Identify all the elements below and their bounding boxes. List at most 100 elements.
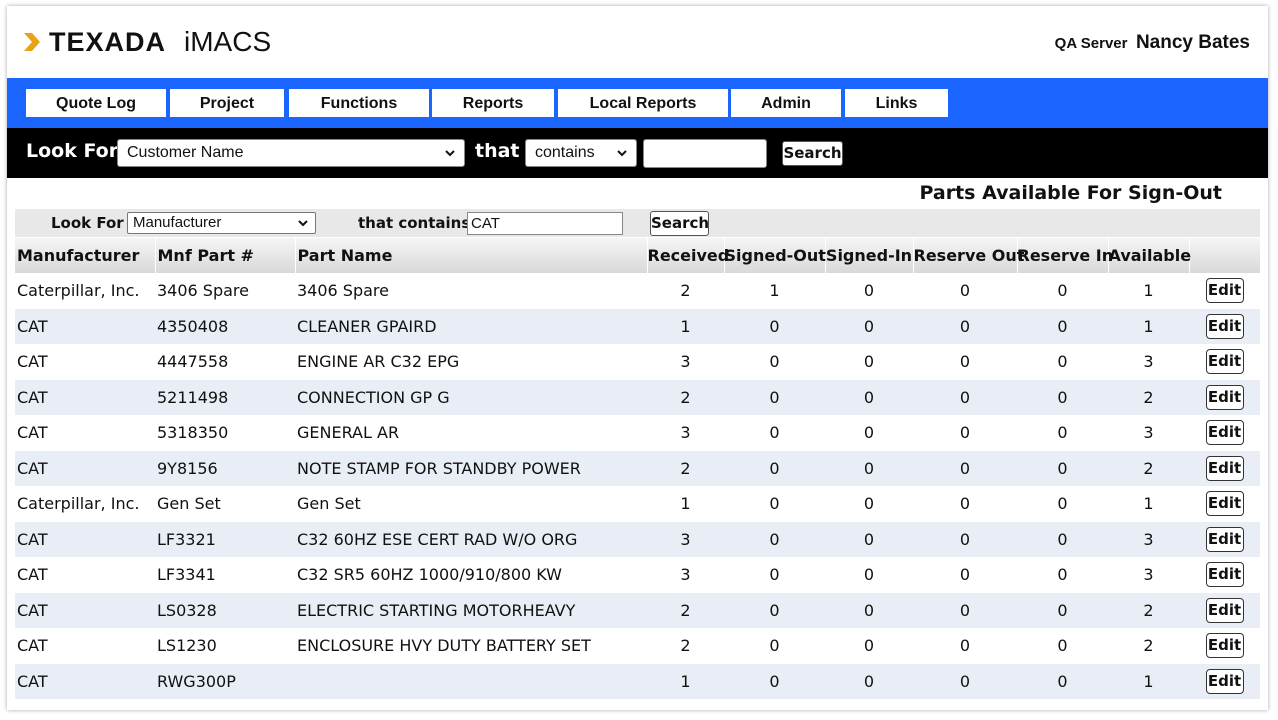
- cell-manufacturer: CAT: [15, 308, 155, 344]
- header: TEXADA iMACS QA Server Nancy Bates: [7, 6, 1268, 78]
- cell-signed-out: 0: [769, 494, 780, 514]
- filter-query-input[interactable]: CAT: [467, 212, 623, 235]
- cell-available: 1: [1108, 663, 1189, 699]
- cell-part-no: Gen Set: [157, 494, 221, 514]
- chevron-down-icon: [445, 150, 455, 157]
- cell-actions: Edit: [1189, 308, 1260, 344]
- nav-reports[interactable]: Reports: [432, 89, 554, 117]
- cell-manufacturer: CAT: [17, 636, 48, 656]
- edit-button[interactable]: Edit: [1205, 384, 1244, 410]
- table-row: Caterpillar, Inc. 3406 Spare 3406 Spare 2 1 0…: [15, 273, 1260, 309]
- search-operator-select[interactable]: contains: [525, 139, 637, 167]
- cell-reserve-in: 0: [1057, 494, 1068, 514]
- cell-signed-in: 0: [825, 592, 913, 628]
- col-header-signed-in[interactable]: Signed-In: [825, 238, 914, 273]
- main-nav: Quote Log Project Functions Reports Loca…: [7, 78, 1268, 128]
- chevron-down-icon: [617, 150, 627, 157]
- col-header-part-name[interactable]: Part Name: [295, 238, 648, 273]
- cell-actions: Edit: [1189, 450, 1260, 486]
- cell-received: 1: [680, 494, 691, 514]
- cell-reserve-in: 0: [1017, 308, 1108, 344]
- cell-manufacturer: Caterpillar, Inc.: [17, 494, 140, 514]
- cell-signed-out: 1: [769, 281, 780, 301]
- col-header-signed-out[interactable]: Signed-Out: [724, 238, 826, 273]
- search-input[interactable]: [643, 139, 767, 168]
- cell-signed-in: 0: [825, 308, 913, 344]
- cell-signed-out: 0: [724, 663, 825, 699]
- edit-button[interactable]: Edit: [1205, 597, 1244, 623]
- table-header-row: Manufacturer Mnf Part # Part Name Receiv…: [15, 238, 1261, 273]
- cell-part-name: ENCLOSURE HVY DUTY BATTERY SET: [297, 636, 591, 656]
- cell-received: 2: [680, 281, 691, 301]
- cell-available: 3: [1143, 352, 1154, 372]
- cell-actions: Edit: [1189, 628, 1260, 664]
- cell-reserve-out: 0: [959, 281, 971, 301]
- cell-available: 3: [1143, 565, 1154, 585]
- cell-reserve-out: 0: [913, 663, 1017, 699]
- cell-part-no: 9Y8156: [155, 450, 295, 486]
- cell-part-name: C32 60HZ ESE CERT RAD W/O ORG: [295, 521, 647, 557]
- table-row: CAT LS1230 ENCLOSURE HVY DUTY BATTERY SET 2…: [15, 628, 1260, 664]
- nav-quote-log[interactable]: Quote Log: [26, 89, 166, 117]
- cell-received: 2: [647, 592, 724, 628]
- edit-button[interactable]: Edit: [1205, 278, 1244, 304]
- cell-signed-out: 0: [724, 592, 825, 628]
- edit-button[interactable]: Edit: [1205, 491, 1244, 517]
- logo[interactable]: TEXADA iMACS: [21, 26, 271, 58]
- cell-received: 2: [680, 636, 691, 656]
- edit-button[interactable]: Edit: [1205, 455, 1244, 481]
- cell-reserve-out: 0: [913, 521, 1017, 557]
- filter-field-select[interactable]: Manufacturer: [127, 212, 316, 234]
- cell-received: 3: [680, 565, 691, 585]
- look-for-label: Look For: [26, 140, 119, 162]
- edit-button[interactable]: Edit: [1205, 420, 1244, 446]
- nav-functions[interactable]: Functions: [289, 89, 429, 117]
- cell-available: 1: [1143, 281, 1154, 301]
- nav-local-reports[interactable]: Local Reports: [558, 89, 728, 117]
- search-field-select[interactable]: Customer Name: [117, 139, 465, 167]
- nav-links[interactable]: Links: [845, 89, 948, 117]
- col-header-reserve-out[interactable]: Reserve Out: [913, 238, 1024, 273]
- cell-part-name: NOTE STAMP FOR STANDBY POWER: [295, 450, 647, 486]
- cell-reserve-out: 0: [959, 636, 971, 656]
- edit-button[interactable]: Edit: [1205, 349, 1244, 375]
- cell-part-name: CONNECTION GP G: [295, 379, 647, 415]
- filter-search-button[interactable]: Search: [650, 211, 709, 236]
- cell-part-name: ELECTRIC STARTING MOTORHEAVY: [295, 592, 647, 628]
- col-header-manufacturer[interactable]: Manufacturer: [15, 238, 156, 273]
- that-label: that: [475, 140, 520, 162]
- cell-manufacturer: CAT: [15, 450, 155, 486]
- edit-button[interactable]: Edit: [1205, 668, 1244, 694]
- cell-part-no: LS0328: [155, 592, 295, 628]
- cell-reserve-out: 0: [913, 379, 1017, 415]
- cell-reserve-out: 0: [913, 308, 1017, 344]
- col-header-available[interactable]: Available: [1108, 238, 1191, 273]
- cell-reserve-out: 0: [959, 423, 971, 443]
- cell-actions: Edit: [1189, 521, 1260, 557]
- col-header-part-no[interactable]: Mnf Part #: [155, 238, 296, 273]
- col-header-received[interactable]: Received: [647, 238, 729, 273]
- cell-part-no: LF3341: [157, 565, 216, 585]
- parts-table: Manufacturer Mnf Part # Part Name Receiv…: [15, 238, 1261, 699]
- table-row: CAT 4447558 ENGINE AR C32 EPG 3 0 0 0 0 3 Edit: [15, 344, 1260, 380]
- cell-actions: Edit: [1189, 592, 1260, 628]
- edit-button[interactable]: Edit: [1205, 562, 1244, 588]
- cell-reserve-in: 0: [1017, 663, 1108, 699]
- cell-available: 2: [1108, 592, 1189, 628]
- cell-reserve-in: 0: [1017, 521, 1108, 557]
- cell-reserve-in: 0: [1057, 281, 1068, 301]
- col-header-reserve-in[interactable]: Reserve In: [1017, 238, 1113, 273]
- cell-received: 3: [680, 423, 691, 443]
- user-info: QA Server Nancy Bates: [1055, 32, 1250, 54]
- edit-button[interactable]: Edit: [1205, 526, 1244, 552]
- nav-project[interactable]: Project: [170, 89, 284, 117]
- edit-button[interactable]: Edit: [1205, 313, 1244, 339]
- edit-button[interactable]: Edit: [1205, 633, 1244, 659]
- nav-admin[interactable]: Admin: [731, 89, 841, 117]
- filter-field-value: Manufacturer: [133, 214, 222, 231]
- search-button[interactable]: Search: [782, 141, 843, 166]
- col-header-actions: [1189, 238, 1261, 273]
- cell-signed-in: 0: [863, 565, 875, 585]
- cell-actions: Edit: [1189, 379, 1260, 415]
- cell-signed-out: 0: [724, 450, 825, 486]
